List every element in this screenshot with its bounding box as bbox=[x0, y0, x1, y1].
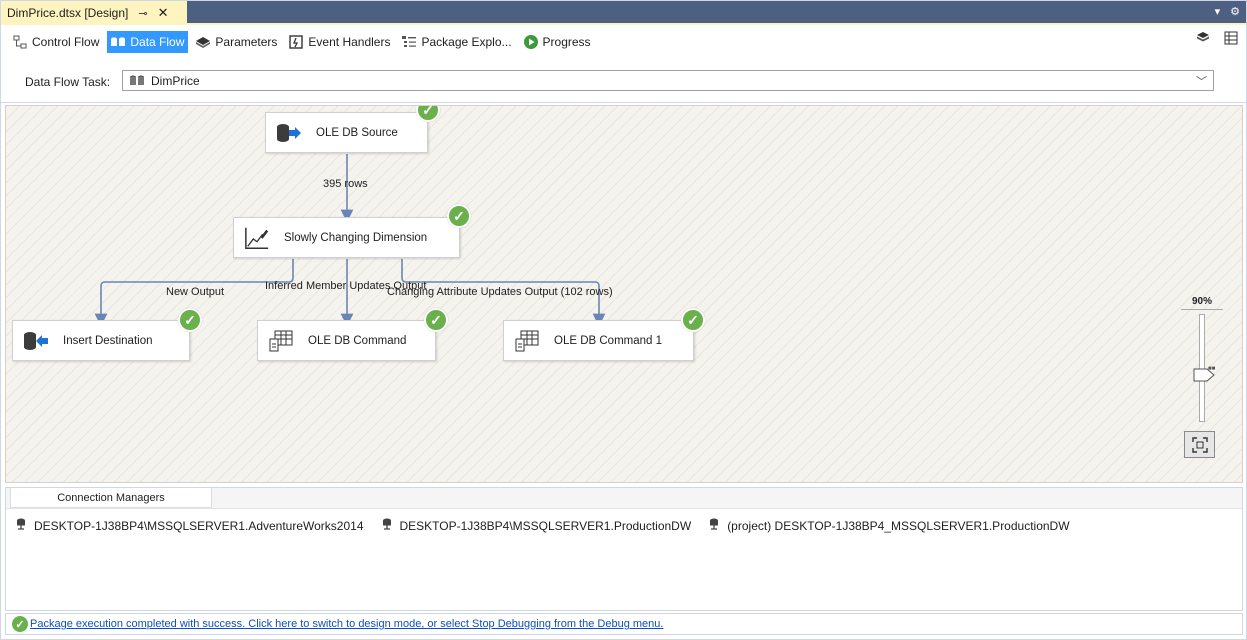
success-check-icon: ✓ bbox=[424, 308, 448, 332]
dropdown-icon[interactable]: ▾ bbox=[1215, 5, 1221, 18]
zoom-tick-mark: ■■ bbox=[1208, 366, 1216, 372]
component-label: OLE DB Source bbox=[316, 126, 398, 139]
zoom-fit-icon bbox=[1191, 436, 1208, 453]
connection-manager-list: DESKTOP-1J38BP4\MSSQLSERVER1.AdventureWo… bbox=[16, 518, 1070, 533]
data-flow-task-icon bbox=[129, 74, 145, 88]
component-ole-db-source[interactable]: OLE DB Source bbox=[265, 112, 428, 153]
command-icon bbox=[268, 330, 294, 352]
database-connection-icon bbox=[709, 518, 721, 533]
component-ole-db-command-1[interactable]: OLE DB Command 1 bbox=[503, 320, 694, 361]
connection-manager-name: DESKTOP-1J38BP4\MSSQLSERVER1.ProductionD… bbox=[399, 518, 692, 533]
tab-control-flow[interactable]: Control Flow bbox=[9, 31, 103, 53]
success-check-icon: ✓ bbox=[178, 308, 202, 332]
execution-status-bar: ✓ Package execution completed with succe… bbox=[5, 613, 1243, 635]
tab-progress[interactable]: Progress bbox=[520, 31, 595, 53]
variables-icon[interactable] bbox=[1196, 31, 1210, 48]
zoom-to-fit-button[interactable] bbox=[1184, 431, 1215, 458]
connection-manager-item[interactable]: DESKTOP-1J38BP4\MSSQLSERVER1.ProductionD… bbox=[382, 518, 692, 533]
database-connection-icon bbox=[382, 518, 394, 533]
component-insert-destination[interactable]: Insert Destination bbox=[12, 320, 190, 361]
tab-label: Event Handlers bbox=[308, 35, 391, 49]
component-label: OLE DB Command bbox=[308, 334, 407, 347]
source-icon bbox=[276, 122, 302, 144]
path-label-changing: Changing Attribute Updates Output (102 r… bbox=[387, 286, 613, 298]
data-flow-design-surface[interactable]: OLE DB Source ✓ Slowly Changing Dimensio… bbox=[5, 105, 1243, 483]
scd-icon bbox=[244, 227, 270, 249]
connection-manager-name: DESKTOP-1J38BP4\MSSQLSERVER1.AdventureWo… bbox=[34, 518, 364, 533]
data-flow-icon bbox=[110, 34, 126, 50]
settings-icon[interactable]: ⚙ bbox=[1230, 5, 1240, 18]
pin-icon[interactable]: ⊸ bbox=[138, 7, 147, 20]
event-handlers-icon bbox=[288, 34, 304, 50]
close-icon[interactable]: ✕ bbox=[158, 5, 169, 21]
toolbox-icon[interactable] bbox=[1224, 31, 1238, 48]
tab-data-flow[interactable]: Data Flow bbox=[107, 31, 189, 53]
tab-label: Parameters bbox=[215, 35, 278, 49]
designer-toolbar-right bbox=[1196, 31, 1238, 48]
data-flow-task-label: Data Flow Task: bbox=[25, 75, 111, 89]
tab-parameters[interactable]: Parameters bbox=[192, 31, 281, 53]
tab-event-handlers[interactable]: Event Handlers bbox=[285, 31, 394, 53]
parameters-icon bbox=[195, 34, 211, 50]
document-tab[interactable]: DimPrice.dtsx [Design] ⊸ ✕ bbox=[1, 1, 187, 25]
command-icon bbox=[514, 330, 540, 352]
success-check-icon: ✓ bbox=[447, 204, 471, 228]
chevron-down-icon[interactable]: ﹀ bbox=[1196, 73, 1207, 89]
tab-label: Data Flow bbox=[130, 35, 185, 49]
connection-managers-panel: Connection Managers DESKTOP-1J38BP4\MSSQ… bbox=[5, 487, 1243, 611]
component-label: OLE DB Command 1 bbox=[554, 334, 663, 347]
tab-label: Progress bbox=[542, 35, 591, 49]
ssis-designer-window: DimPrice.dtsx [Design] ⊸ ✕ ▾ ⚙ Control F… bbox=[0, 0, 1247, 640]
path-label-row-count: 395 rows bbox=[323, 178, 368, 190]
zoom-level-label: 90% bbox=[1181, 296, 1223, 310]
control-flow-icon bbox=[12, 34, 28, 50]
component-slowly-changing-dimension[interactable]: Slowly Changing Dimension bbox=[233, 217, 460, 258]
component-ole-db-command[interactable]: OLE DB Command bbox=[257, 320, 436, 361]
destination-icon bbox=[23, 330, 49, 352]
document-tab-strip: DimPrice.dtsx [Design] ⊸ ✕ ▾ ⚙ bbox=[1, 1, 1246, 25]
designer-tabs: Control Flow Data Flow Parameters Event … bbox=[1, 27, 1246, 57]
switch-to-design-mode-link[interactable]: Package execution completed with success… bbox=[30, 618, 663, 630]
component-label: Insert Destination bbox=[63, 334, 153, 347]
tab-label: Control Flow bbox=[32, 35, 100, 49]
data-flow-task-row: Data Flow Task: DimPrice ﹀ bbox=[1, 57, 1246, 103]
success-icon: ✓ bbox=[12, 616, 28, 632]
component-label: Slowly Changing Dimension bbox=[284, 231, 428, 244]
package-explorer-icon bbox=[401, 34, 417, 50]
tab-strip-actions: ▾ ⚙ bbox=[1215, 5, 1240, 18]
data-flow-task-select[interactable]: DimPrice ﹀ bbox=[122, 70, 1214, 91]
connection-manager-name: (project) DESKTOP-1J38BP4_MSSQLSERVER1.P… bbox=[727, 518, 1070, 533]
connection-managers-tab[interactable]: Connection Managers bbox=[10, 488, 212, 508]
data-flow-task-value: DimPrice bbox=[151, 73, 200, 88]
connection-manager-item[interactable]: DESKTOP-1J38BP4\MSSQLSERVER1.AdventureWo… bbox=[16, 518, 364, 533]
database-connection-icon bbox=[16, 518, 28, 533]
success-check-icon: ✓ bbox=[681, 308, 705, 332]
tab-label: Package Explo... bbox=[421, 35, 512, 49]
tab-package-explorer[interactable]: Package Explo... bbox=[398, 31, 515, 53]
path-label-new-output: New Output bbox=[166, 286, 225, 298]
document-tab-title: DimPrice.dtsx [Design] bbox=[7, 6, 129, 20]
progress-icon bbox=[523, 34, 539, 50]
connection-manager-item[interactable]: (project) DESKTOP-1J38BP4_MSSQLSERVER1.P… bbox=[709, 518, 1070, 533]
